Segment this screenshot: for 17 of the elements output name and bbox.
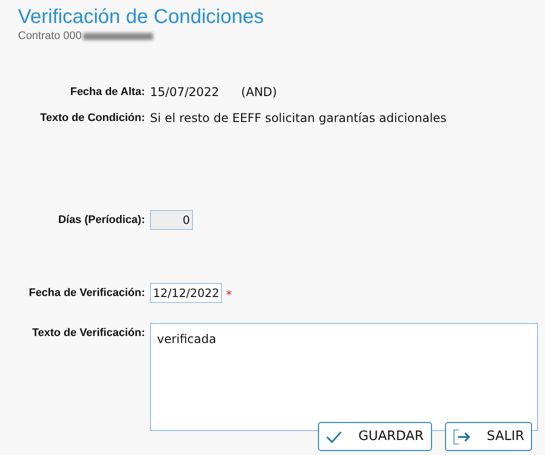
contract-number: Contrato 000 <box>18 30 82 42</box>
field-note: (AND) <box>241 84 277 101</box>
page-title: Verificación de Condiciones <box>18 5 265 30</box>
field-label: Texto de Condición: <box>39 111 146 126</box>
field-label: Texto de Verificación: <box>31 326 146 341</box>
text-area[interactable]: verificada <box>150 323 538 431</box>
check-icon <box>326 430 342 442</box>
field-label: Fecha de Alta: <box>69 85 146 100</box>
field-value: 15/07/2022 <box>150 84 220 101</box>
exit-button[interactable]: SALIR <box>445 422 532 451</box>
input-field[interactable]: 12/12/2022 <box>150 283 222 303</box>
field-value: Si el resto de EEFF solicitan garantías adicionales <box>150 110 447 127</box>
save-button[interactable]: GUARDAR <box>318 422 432 451</box>
exit-icon <box>452 428 471 444</box>
field-label: Fecha de Verificación: <box>28 286 146 301</box>
required-mark: * <box>226 287 232 304</box>
field-label: Días (Períodica): <box>57 213 146 228</box>
